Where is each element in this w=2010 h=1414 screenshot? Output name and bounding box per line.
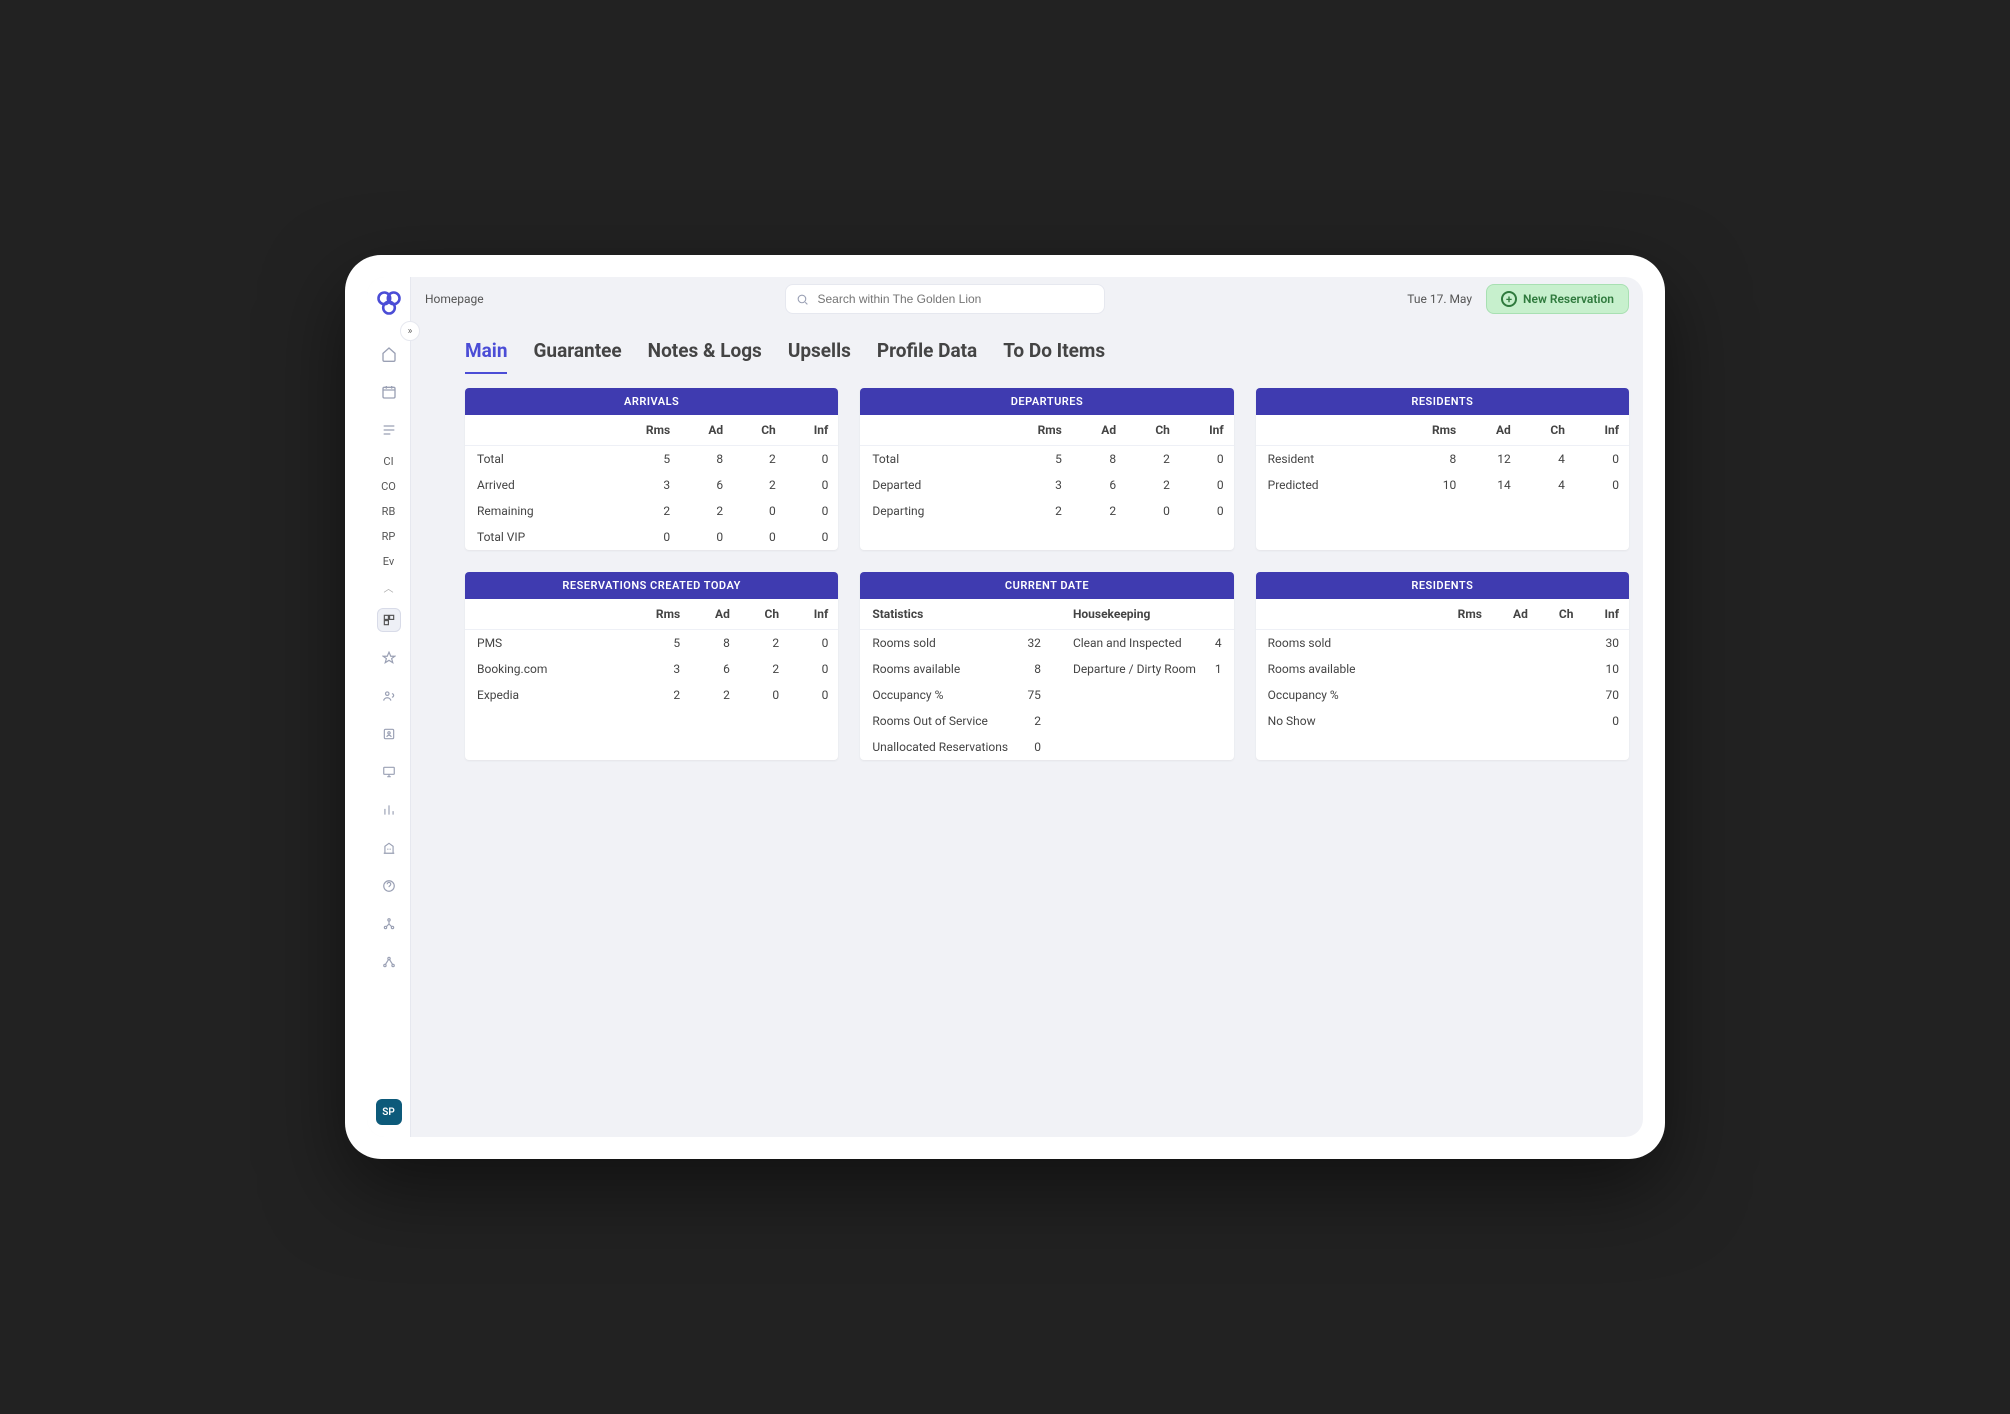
- new-reservation-button[interactable]: + New Reservation: [1486, 284, 1629, 314]
- reservations-title: RESERVATIONS CREATED TODAY: [465, 572, 838, 599]
- departures-rows: Total5820Departed3620Departing2200: [860, 446, 1233, 525]
- tab-notes-logs[interactable]: Notes & Logs: [648, 339, 762, 374]
- tab-upsells[interactable]: Upsells: [788, 339, 851, 374]
- reservations-rows: PMS5820Booking.com3620Expedia2200: [465, 630, 838, 709]
- col-inf: Inf: [786, 415, 839, 446]
- chart-icon[interactable]: [377, 798, 401, 822]
- table-row[interactable]: Rooms available10: [1256, 656, 1629, 682]
- statistics-head: Statistics: [860, 599, 1022, 630]
- sidebar-text-rp[interactable]: RP: [382, 530, 396, 543]
- col-ch: Ch: [733, 415, 786, 446]
- table-row[interactable]: Occupancy %75: [860, 682, 1233, 708]
- monitor-icon[interactable]: [377, 760, 401, 784]
- sidebar-text-ev[interactable]: Ev: [383, 555, 394, 568]
- arrivals-title: ARRIVALS: [465, 388, 838, 415]
- table-row[interactable]: Predicted101440: [1256, 472, 1629, 498]
- dashboard-icon[interactable]: [377, 608, 401, 632]
- table-row[interactable]: Remaining2200: [465, 498, 838, 524]
- help-icon[interactable]: [377, 874, 401, 898]
- residents-title: RESIDENTS: [1256, 388, 1629, 415]
- table-row[interactable]: Unallocated Reservations0: [860, 734, 1233, 760]
- plus-icon: +: [1501, 291, 1517, 307]
- residents-rows: Resident81240Predicted101440: [1256, 446, 1629, 499]
- residents2-card: RESIDENTS Rms Ad Ch Inf Rooms sold30Room…: [1256, 572, 1629, 760]
- table-row[interactable]: Arrived3620: [465, 472, 838, 498]
- table-row[interactable]: Booking.com3620: [465, 656, 838, 682]
- current-date-card: CURRENT DATE Statistics Housekeeping Roo…: [860, 572, 1233, 760]
- table-row[interactable]: Total5820: [465, 446, 838, 473]
- arrivals-rows: Total5820Arrived3620Remaining2200Total V…: [465, 446, 838, 551]
- table-row[interactable]: Total VIP0000: [465, 524, 838, 550]
- tabs: Main Guarantee Notes & Logs Upsells Prof…: [411, 321, 1643, 374]
- residents2-title: RESIDENTS: [1256, 572, 1629, 599]
- table-row[interactable]: Rooms sold32Clean and Inspected4: [860, 630, 1233, 657]
- col-rms: Rms: [610, 415, 680, 446]
- table-row[interactable]: Resident81240: [1256, 446, 1629, 473]
- list-icon[interactable]: [377, 418, 401, 442]
- table-row[interactable]: Occupancy %70: [1256, 682, 1629, 708]
- col-ad: Ad: [680, 415, 733, 446]
- building-icon[interactable]: [377, 836, 401, 860]
- current-rows: Rooms sold32Clean and Inspected4Rooms av…: [860, 630, 1233, 761]
- tab-todo[interactable]: To Do Items: [1003, 339, 1105, 374]
- table-row[interactable]: No Show0: [1256, 708, 1629, 734]
- residents2-rows: Rooms sold30Rooms available10Occupancy %…: [1256, 630, 1629, 735]
- table-row[interactable]: Rooms sold30: [1256, 630, 1629, 657]
- arrivals-card: ARRIVALS Rms Ad Ch Inf Total5820Arrived3…: [465, 388, 838, 550]
- sidebar-expand-icon[interactable]: »: [400, 321, 420, 341]
- table-row[interactable]: Total5820: [860, 446, 1233, 473]
- table-row[interactable]: Departing2200: [860, 498, 1233, 524]
- reservations-card: RESERVATIONS CREATED TODAY Rms Ad Ch Inf…: [465, 572, 838, 760]
- table-row[interactable]: Departed3620: [860, 472, 1233, 498]
- departures-title: DEPARTURES: [860, 388, 1233, 415]
- page-title: Homepage: [425, 292, 484, 306]
- sidebar-text-co[interactable]: CO: [381, 480, 396, 493]
- chevron-up-icon[interactable]: ︿: [384, 580, 394, 595]
- star-icon[interactable]: [377, 646, 401, 670]
- topbar: Homepage Tue 17. May + New Reservation: [411, 277, 1643, 321]
- table-row[interactable]: PMS5820: [465, 630, 838, 657]
- departures-card: DEPARTURES Rms Ad Ch Inf Total5820Depart…: [860, 388, 1233, 550]
- table-row[interactable]: Expedia2200: [465, 682, 838, 708]
- current-title: CURRENT DATE: [860, 572, 1233, 599]
- new-reservation-label: New Reservation: [1523, 292, 1614, 306]
- table-row[interactable]: Rooms available8Departure / Dirty Room1: [860, 656, 1233, 682]
- residents-card: RESIDENTS Rms Ad Ch Inf Resident81240Pre…: [1256, 388, 1629, 550]
- app-logo-icon: [375, 289, 403, 317]
- search-input[interactable]: [785, 284, 1105, 314]
- housekeeping-head: Housekeeping: [1055, 599, 1210, 630]
- sidebar: » CI CO RB RP Ev ︿: [367, 277, 411, 1137]
- search-icon: [796, 293, 809, 306]
- network-icon[interactable]: [377, 912, 401, 936]
- current-date: Tue 17. May: [1407, 292, 1472, 306]
- calendar-icon[interactable]: [377, 380, 401, 404]
- avatar[interactable]: SP: [376, 1099, 402, 1125]
- tab-profile-data[interactable]: Profile Data: [877, 339, 977, 374]
- share-icon[interactable]: [377, 950, 401, 974]
- sidebar-text-ci[interactable]: CI: [383, 455, 393, 468]
- tab-guarantee[interactable]: Guarantee: [533, 339, 621, 374]
- table-row[interactable]: Rooms Out of Service2: [860, 708, 1233, 734]
- tab-main[interactable]: Main: [465, 339, 507, 374]
- home-icon[interactable]: [377, 342, 401, 366]
- profile-icon[interactable]: [377, 722, 401, 746]
- users-icon[interactable]: [377, 684, 401, 708]
- sidebar-text-rb[interactable]: RB: [382, 505, 396, 518]
